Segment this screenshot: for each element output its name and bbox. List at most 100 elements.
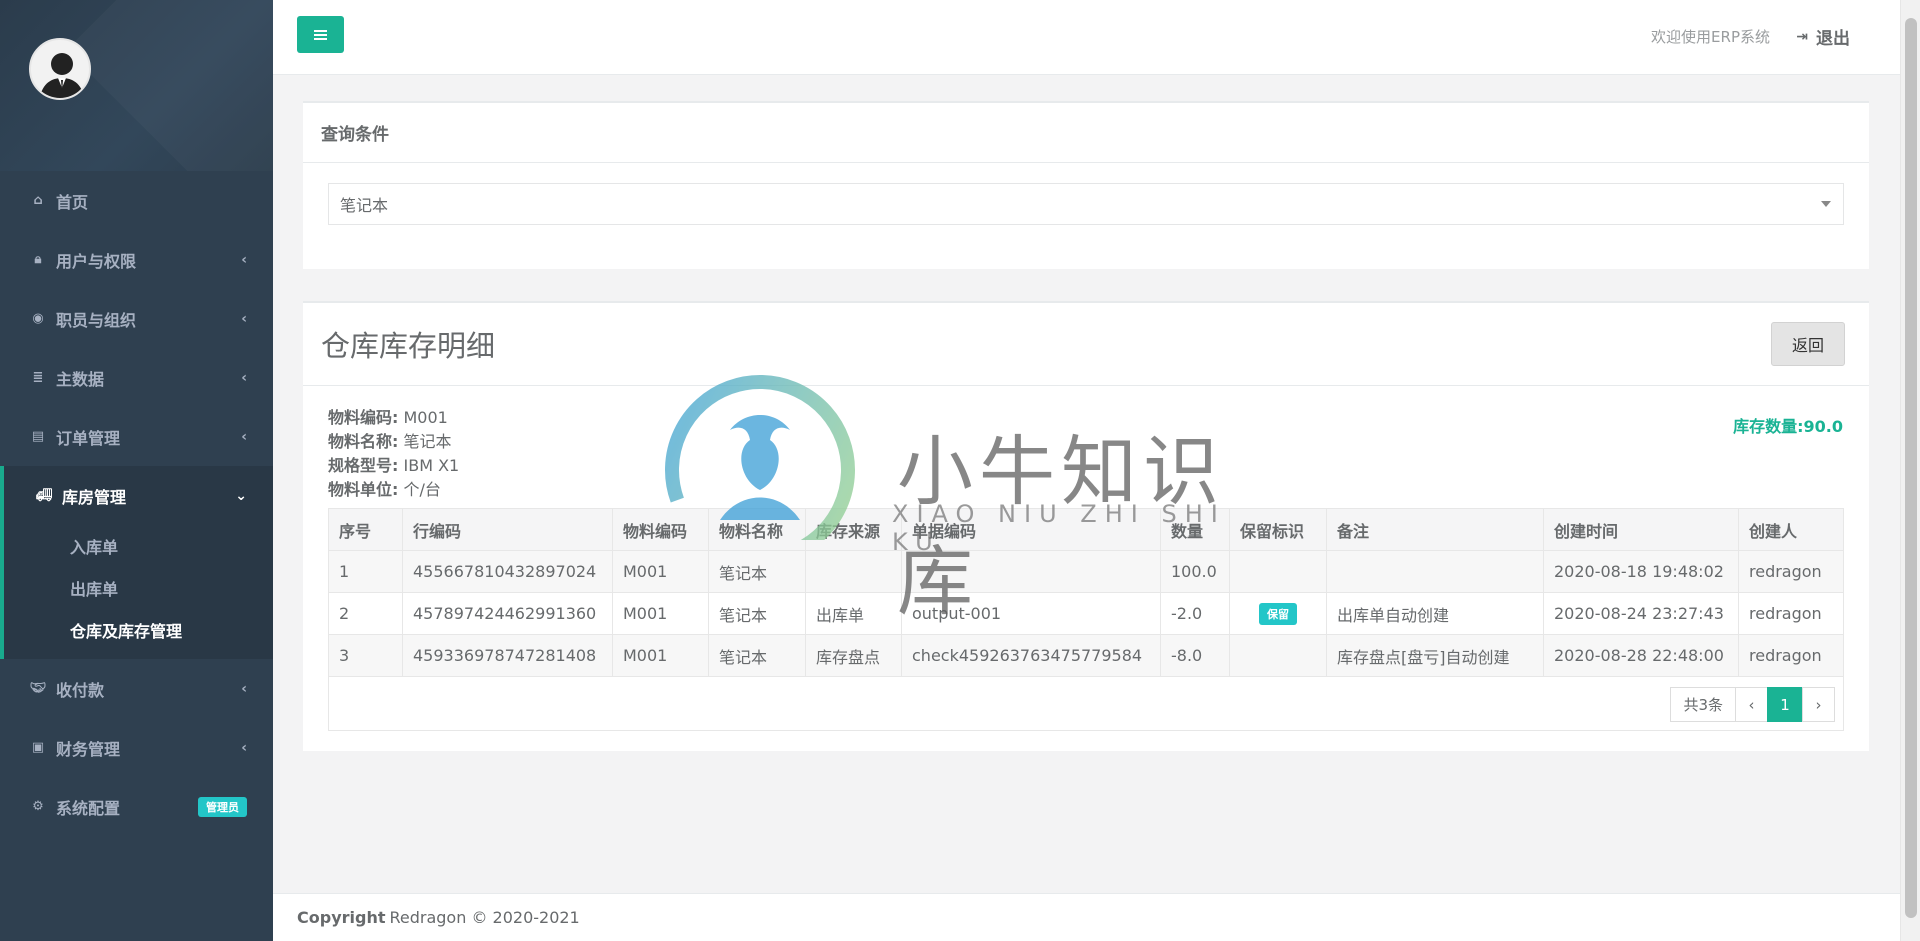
info-value: 个/台 (403, 480, 441, 499)
handshake-icon: 🤝︎ (29, 681, 47, 696)
sign-out-icon: ⇥ (1796, 28, 1808, 45)
list-alt-icon: ▤ (31, 429, 45, 444)
table-cell (1229, 634, 1327, 677)
table-cell: 100.0 (1160, 550, 1230, 593)
sidebar-item-staff-org[interactable]: ◉ 职员与组织 ‹ (0, 289, 273, 348)
avatar[interactable] (29, 38, 91, 100)
menu-toggle-button[interactable] (297, 16, 344, 53)
home-icon: ⌂ (33, 193, 43, 208)
table-cell (1229, 550, 1327, 593)
sidebar-item-label: 职员与组织 (56, 310, 137, 330)
hamburger-icon (314, 33, 327, 36)
pagination-next-button[interactable]: › (1802, 687, 1835, 722)
column-header[interactable]: 数量 (1160, 508, 1230, 551)
column-header[interactable]: 创建时间 (1543, 508, 1739, 551)
submenu-item-warehouse-stock[interactable]: 仓库及库存管理 (4, 609, 273, 651)
sidebar-item-master-data[interactable]: ≣ 主数据 ‹ (0, 348, 273, 407)
query-panel-title: 查询条件 (303, 103, 1869, 163)
scrollbar-thumb[interactable] (1905, 18, 1917, 918)
column-header[interactable]: 行编码 (402, 508, 613, 551)
column-header[interactable]: 创建人 (1738, 508, 1844, 551)
sidebar-item-home[interactable]: ⌂ 首页 (0, 171, 273, 230)
column-header[interactable]: 保留标识 (1229, 508, 1327, 551)
welcome-text: 欢迎使用ERP系统 (1651, 28, 1770, 46)
sidebar-item-users-permissions[interactable]: 🔒︎ 用户与权限 ‹ (0, 230, 273, 289)
table-row[interactable]: 3 459336978747281408 M001 笔记本 库存盘点 check… (328, 634, 1844, 677)
table-cell: M001 (612, 592, 709, 635)
info-label: 规格型号: (328, 456, 399, 475)
column-header[interactable]: 库存来源 (805, 508, 902, 551)
vertical-scrollbar[interactable] (1900, 0, 1920, 941)
sidebar-item-orders[interactable]: ▤ 订单管理 ‹ (0, 407, 273, 466)
submenu-item-inbound[interactable]: 入库单 (4, 525, 273, 567)
material-select[interactable]: 笔记本 (328, 183, 1844, 225)
column-header[interactable]: 物料名称 (708, 508, 806, 551)
pagination-prev-button[interactable]: ‹ (1735, 687, 1768, 722)
back-button[interactable]: 返回 (1771, 322, 1845, 366)
info-value: 笔记本 (403, 432, 452, 451)
truck-icon: 🚚︎ (35, 488, 53, 503)
column-header[interactable]: 序号 (328, 508, 403, 551)
table-cell: redragon (1738, 634, 1844, 677)
main-content: 查询条件 笔记本 仓库库存明细 返回 物料编码: M001 物料名称: 笔记本 … (303, 101, 1869, 751)
column-header[interactable]: 单据编码 (901, 508, 1161, 551)
chevron-left-icon: ‹ (241, 251, 247, 268)
submenu-item-outbound[interactable]: 出库单 (4, 567, 273, 609)
sidebar-item-label: 收付款 (56, 680, 105, 700)
table-cell: redragon (1738, 592, 1844, 635)
table-cell (1326, 550, 1544, 593)
table-cell: 2020-08-18 19:48:02 (1543, 550, 1739, 593)
table-cell: 笔记本 (708, 592, 806, 635)
info-material-unit: 物料单位: 个/台 (328, 478, 1844, 502)
sidebar-item-label: 财务管理 (56, 739, 121, 759)
table-cell (901, 550, 1161, 593)
gear-icon: ⚙︎ (32, 799, 44, 814)
column-header[interactable]: 备注 (1326, 508, 1544, 551)
sidebar-item-label: 用户与权限 (56, 251, 137, 271)
lock-icon: 🔒︎ (34, 252, 42, 267)
info-label: 物料名称: (328, 432, 399, 451)
table-row[interactable]: 2 457897424462991360 M001 笔记本 出库单 output… (328, 592, 1844, 635)
stock-table: 序号 行编码 物料编码 物料名称 库存来源 单据编码 数量 保留标识 备注 创建… (328, 508, 1844, 677)
sidebar-item-system-config[interactable]: ⚙︎ 系统配置 管理员 (0, 777, 273, 836)
info-spec-model: 规格型号: IBM X1 (328, 454, 1844, 478)
table-cell: M001 (612, 634, 709, 677)
query-panel: 查询条件 笔记本 (303, 101, 1869, 269)
table-cell: 459336978747281408 (402, 634, 613, 677)
reserved-badge: 保留 (1259, 602, 1297, 625)
table-cell: 保留 (1229, 592, 1327, 635)
sidebar-group-warehouse: 🚚︎ 库房管理 ⌄ 入库单 出库单 仓库及库存管理 (0, 466, 273, 659)
money-icon: ▣ (31, 740, 45, 755)
page-footer: Copyright Redragon © 2020-2021 (273, 893, 1900, 941)
table-cell: 出库单自动创建 (1326, 592, 1544, 635)
sidebar-submenu: 入库单 出库单 仓库及库存管理 (4, 525, 273, 659)
chevron-left-icon: ‹ (241, 739, 247, 756)
chevron-left-icon: ‹ (241, 369, 247, 386)
table-footer: 共3条 ‹ 1 › (328, 677, 1844, 731)
footer-text: Redragon © 2020-2021 (389, 908, 580, 927)
table-cell: 2020-08-24 23:27:43 (1543, 592, 1739, 635)
logout-link[interactable]: ⇥ 退出 (1796, 24, 1850, 50)
table-row[interactable]: 1 455667810432897024 M001 笔记本 100.0 2020… (328, 550, 1844, 593)
footer-brand: Copyright (297, 908, 386, 927)
sidebar: ⌂ 首页 🔒︎ 用户与权限 ‹ ◉ 职员与组织 ‹ ≣ 主数据 ‹ ▤ 订单管理… (0, 0, 273, 941)
table-cell: 笔记本 (708, 634, 806, 677)
sidebar-profile-header (0, 0, 273, 171)
sidebar-item-warehouse[interactable]: 🚚︎ 库房管理 ⌄ (4, 466, 273, 525)
column-header[interactable]: 物料编码 (612, 508, 709, 551)
database-icon: ≣ (32, 370, 44, 385)
table-cell: 3 (328, 634, 403, 677)
material-select-value: 笔记本 (340, 196, 389, 215)
table-cell: -2.0 (1160, 592, 1230, 635)
table-cell: 1 (328, 550, 403, 593)
info-value: M001 (403, 408, 448, 427)
sidebar-item-label: 系统配置 (56, 798, 121, 818)
info-label: 物料编码: (328, 408, 399, 427)
table-cell: 2020-08-28 22:48:00 (1543, 634, 1739, 677)
sidebar-item-payments[interactable]: 🤝︎ 收付款 ‹ (0, 659, 273, 718)
pagination-page-1[interactable]: 1 (1767, 687, 1803, 722)
caret-down-icon (1821, 201, 1831, 207)
info-material-name: 物料名称: 笔记本 (328, 430, 1844, 454)
table-cell: check459263763475779584 (901, 634, 1161, 677)
sidebar-item-finance[interactable]: ▣ 财务管理 ‹ (0, 718, 273, 777)
